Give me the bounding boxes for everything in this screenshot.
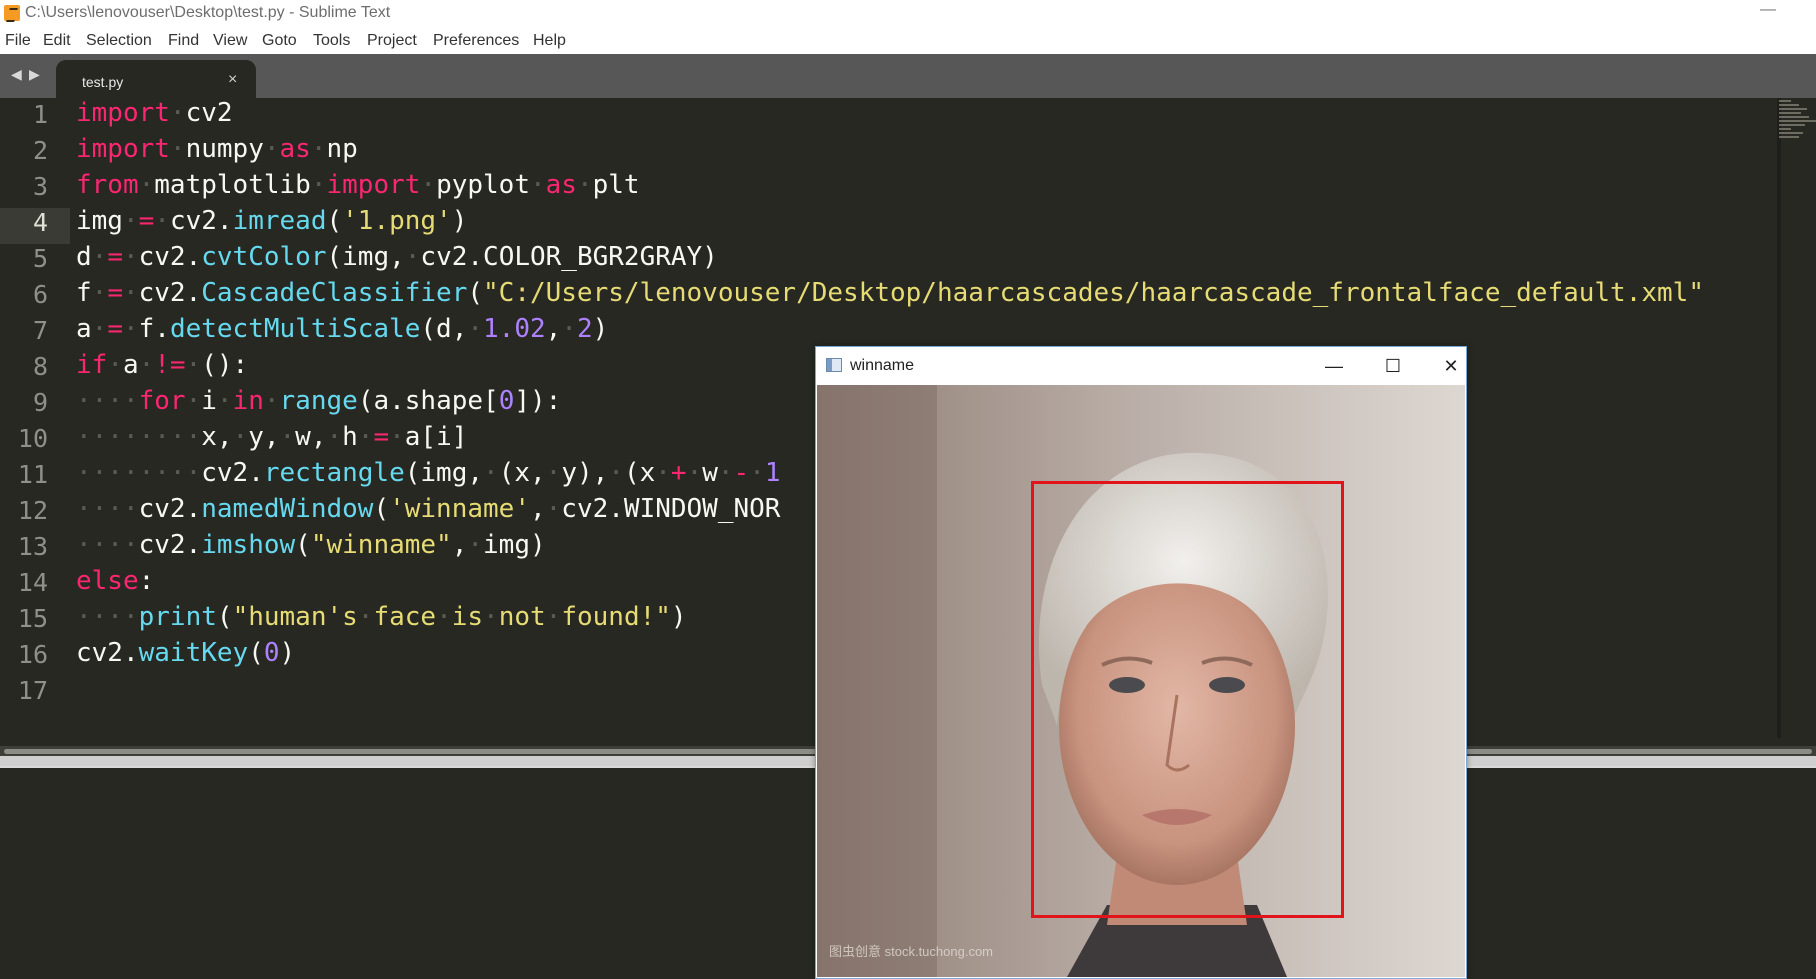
menu-view[interactable]: View: [213, 32, 247, 50]
code-line-text: ········x,·y,·w,·h·=·a[i]: [76, 422, 468, 452]
cv-window-titlebar[interactable]: winname — ☐ ✕: [816, 347, 1466, 385]
tab-test-py[interactable]: test.py ×: [56, 60, 256, 98]
line-number-gutter: 1 2 3 4 5 6 7 8 9 10 11 12 13 14 15 16 1…: [0, 98, 62, 746]
menu-bar: File Edit Selection Find View Goto Tools…: [0, 26, 1816, 54]
menu-tools[interactable]: Tools: [313, 32, 350, 50]
tab-bar: ◀ ▶ test.py ×: [0, 54, 1816, 98]
menu-edit[interactable]: Edit: [43, 32, 71, 50]
cv-window-title: winname: [850, 357, 915, 374]
line-number: 16: [17, 640, 48, 669]
code-line-text: ····print("human's·face·is·not·found!"): [76, 602, 687, 632]
editor-vertical-scrollbar[interactable]: [1777, 98, 1781, 738]
line-number: 13: [17, 532, 48, 561]
menu-preferences[interactable]: Preferences: [433, 32, 519, 50]
code-line: a·=·f.detectMultiScale(d,·1.02,·2): [76, 314, 608, 344]
cv-minimize-button[interactable]: —: [1319, 355, 1349, 377]
code-line: f·=·cv2.CascadeClassifier("C:/Users/leno…: [76, 278, 1704, 308]
code-line-text: ····cv2.namedWindow('winname',·cv2.WINDO…: [76, 494, 781, 524]
code-line-text: a·=·f.detectMultiScale(d,·1.02,·2): [76, 314, 609, 344]
menu-find[interactable]: Find: [168, 32, 199, 50]
detected-face-rectangle: [1031, 481, 1344, 918]
tab-label: test.py: [82, 74, 124, 90]
line-number: 3: [32, 172, 48, 201]
face-photo: 图虫创意 stock.tuchong.com: [817, 385, 1465, 977]
code-line: ········cv2.rectangle(img,·(x,·y),·(x·+·…: [76, 458, 781, 488]
code-line-text: ········cv2.rectangle(img,·(x,·y),·(x·+·…: [76, 458, 781, 488]
line-number: 1: [32, 100, 48, 129]
cv-maximize-button[interactable]: ☐: [1378, 355, 1408, 377]
code-line: else:: [76, 566, 154, 596]
minimap[interactable]: [1779, 98, 1816, 158]
line-number: 12: [17, 496, 48, 525]
menu-project[interactable]: Project: [367, 32, 417, 50]
line-number: 2: [32, 136, 48, 165]
minimize-window-button[interactable]: —: [1758, 2, 1778, 23]
line-number: 15: [17, 604, 48, 633]
menu-help[interactable]: Help: [533, 32, 566, 50]
code-line-text: cv2.waitKey(0): [76, 638, 296, 668]
code-line: import·cv2: [76, 98, 233, 128]
line-number: 5: [32, 244, 48, 273]
code-line: ····for·i·in·range(a.shape[0]):: [76, 386, 561, 416]
window-title: C:\Users\lenovouser\Desktop\test.py - Su…: [25, 4, 391, 21]
window-app-icon: [826, 358, 842, 372]
code-line: ····cv2.imshow("winname",·img): [76, 530, 546, 560]
code-line-text: ····for·i·in·range(a.shape[0]):: [76, 386, 562, 416]
line-number: 9: [32, 388, 48, 417]
code-line: import·numpy·as·np: [76, 134, 358, 164]
code-line: cv2.waitKey(0): [76, 638, 295, 668]
menu-goto[interactable]: Goto: [262, 32, 297, 50]
code-line-text: import·cv2: [76, 98, 233, 128]
code-line-text: ····cv2.imshow("winname",·img): [76, 530, 546, 560]
code-line-text: img·=·cv2.imread('1.png'): [76, 206, 468, 236]
code-line-text: f·=·cv2.CascadeClassifier("C:/Users/leno…: [76, 278, 1704, 308]
line-number: 14: [17, 568, 48, 597]
line-number: 7: [32, 316, 48, 345]
line-number: 6: [32, 280, 48, 309]
menu-selection[interactable]: Selection: [86, 32, 152, 50]
tab-back-icon[interactable]: ◀: [11, 66, 22, 83]
menu-file[interactable]: File: [5, 32, 31, 50]
sublime-text-app-icon: [4, 5, 20, 21]
line-number-active: 4: [32, 208, 48, 237]
code-line: ····cv2.namedWindow('winname',·cv2.WINDO…: [76, 494, 780, 524]
opencv-image-window[interactable]: winname — ☐ ✕ 图虫创意 stock.tuchong.com: [815, 346, 1467, 979]
watermark-text: 图虫创意 stock.tuchong.com: [829, 944, 993, 959]
code-line: if·a·!=·():: [76, 350, 248, 380]
code-line-text: else:: [76, 566, 155, 596]
code-line: img·=·cv2.imread('1.png'): [76, 206, 467, 236]
code-line-text: from·matplotlib·import·pyplot·as·plt: [76, 170, 640, 200]
code-line-text: import·numpy·as·np: [76, 134, 358, 164]
cv-close-button[interactable]: ✕: [1436, 355, 1466, 377]
tab-forward-icon[interactable]: ▶: [29, 66, 40, 83]
line-number: 11: [17, 460, 48, 489]
code-line: d·=·cv2.cvtColor(img,·cv2.COLOR_BGR2GRAY…: [76, 242, 718, 272]
code-line: from·matplotlib·import·pyplot·as·plt: [76, 170, 640, 200]
code-line: ········x,·y,·w,·h·=·a[i]: [76, 422, 467, 452]
code-line-text: d·=·cv2.cvtColor(img,·cv2.COLOR_BGR2GRAY…: [76, 242, 718, 272]
code-line: ····print("human's·face·is·not·found!"): [76, 602, 687, 632]
tab-close-icon[interactable]: ×: [228, 71, 237, 89]
line-number: 8: [32, 352, 48, 381]
line-number: 10: [17, 424, 48, 453]
code-line-text: if·a·!=·():: [76, 350, 249, 380]
line-number: 17: [17, 676, 48, 705]
window-titlebar: C:\Users\lenovouser\Desktop\test.py - Su…: [0, 0, 1816, 26]
